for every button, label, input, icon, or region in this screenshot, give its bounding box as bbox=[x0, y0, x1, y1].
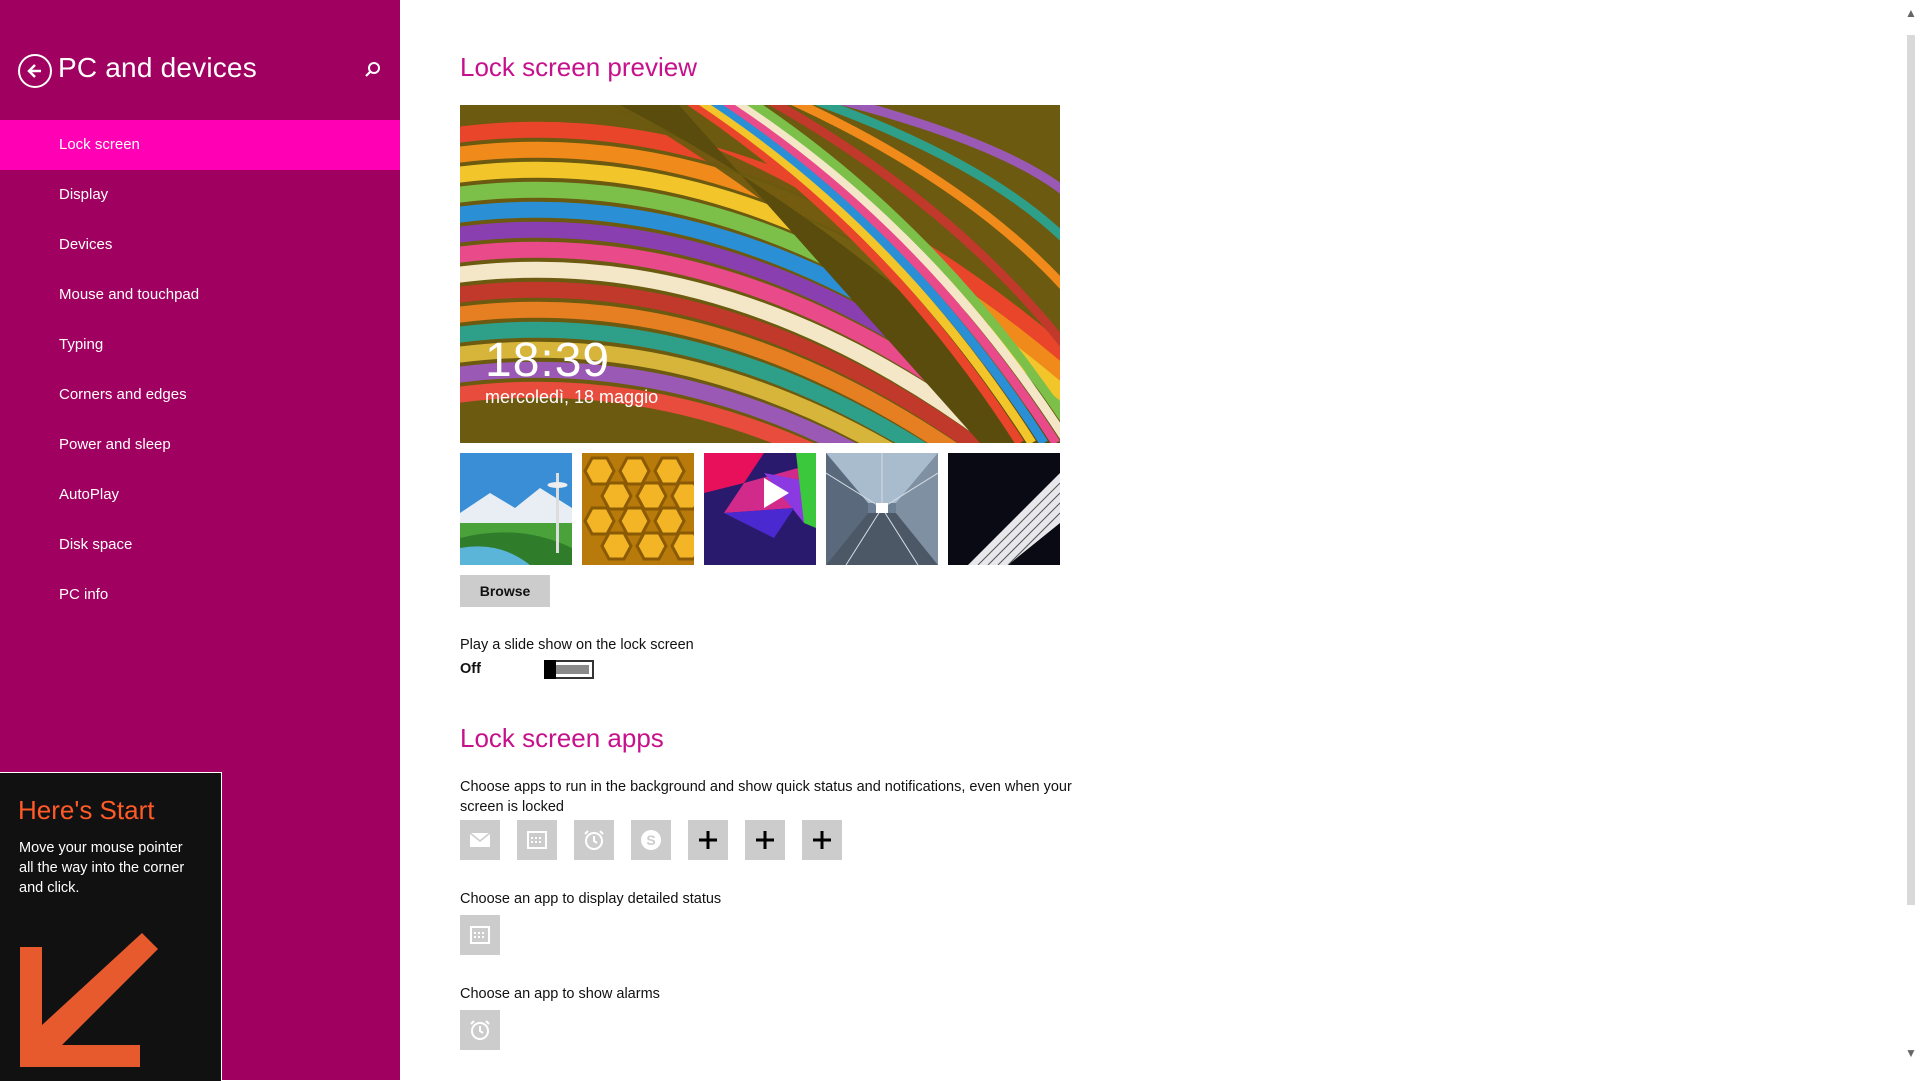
app-slot-add-3[interactable] bbox=[802, 820, 842, 860]
svg-text:S: S bbox=[646, 832, 655, 848]
sidebar-item-lock-screen[interactable]: Lock screen bbox=[0, 120, 400, 170]
thumbnail-seattle[interactable] bbox=[460, 453, 572, 565]
lock-screen-apps-description: Choose apps to run in the background and… bbox=[460, 779, 1072, 815]
vertical-scrollbar[interactable]: ▲ ▼ bbox=[1902, 0, 1920, 1080]
tip-title: Here's Start bbox=[18, 795, 155, 825]
sidebar-nav: Lock screen Display Devices Mouse and to… bbox=[0, 120, 400, 620]
preview-date: mercoledì, 18 maggio bbox=[485, 387, 659, 407]
browse-button[interactable]: Browse bbox=[460, 575, 550, 607]
thumbnail-piano[interactable] bbox=[948, 453, 1060, 565]
sidebar-item-display[interactable]: Display bbox=[0, 170, 400, 220]
plus-icon bbox=[756, 831, 774, 849]
toggle-knob[interactable] bbox=[544, 660, 556, 679]
lock-screen-apps-title: Lock screen apps bbox=[460, 723, 664, 753]
app-slot-add-2[interactable] bbox=[745, 820, 785, 860]
thumbnail-station[interactable] bbox=[826, 453, 938, 565]
scroll-up-icon[interactable]: ▲ bbox=[1902, 6, 1920, 34]
search-icon[interactable] bbox=[360, 58, 386, 84]
slideshow-label: Play a slide show on the lock screen bbox=[460, 637, 694, 653]
sidebar-item-autoplay[interactable]: AutoPlay bbox=[0, 470, 400, 520]
detailed-status-label: Choose an app to display detailed status bbox=[460, 891, 722, 907]
skype-icon: S bbox=[641, 830, 661, 850]
corner-arrow-icon bbox=[20, 933, 158, 1067]
alarms-app-slot[interactable] bbox=[460, 1010, 500, 1050]
scroll-down-icon[interactable]: ▼ bbox=[1902, 1046, 1920, 1074]
header: PC and devices bbox=[0, 40, 400, 100]
alarm-icon bbox=[584, 830, 604, 850]
sidebar-item-power-sleep[interactable]: Power and sleep bbox=[0, 420, 400, 470]
sidebar-item-disk-space[interactable]: Disk space bbox=[0, 520, 400, 570]
thumbnail-geometric[interactable] bbox=[704, 453, 816, 565]
app-slot-add-1[interactable] bbox=[688, 820, 728, 860]
app-slot-mail[interactable] bbox=[460, 820, 500, 860]
plus-icon bbox=[699, 831, 717, 849]
sidebar-item-typing[interactable]: Typing bbox=[0, 320, 400, 370]
app-slot-alarms[interactable] bbox=[574, 820, 614, 860]
calendar-icon bbox=[470, 926, 490, 944]
page-title: PC and devices bbox=[58, 52, 257, 83]
start-tip-overlay: Here's Start Move your mouse pointer all… bbox=[0, 772, 222, 1081]
mail-icon bbox=[469, 832, 491, 847]
back-arrow-icon[interactable] bbox=[18, 54, 52, 88]
calendar-icon bbox=[527, 831, 547, 849]
tip-body: Move your mouse pointer all the way into… bbox=[19, 840, 185, 896]
lock-screen-preview: 18:39 mercoledì, 18 maggio bbox=[460, 105, 1060, 443]
main-content: Lock screen preview 18:39 mercoledì, 18 … bbox=[460, 0, 1880, 1080]
alarm-icon bbox=[470, 1020, 490, 1040]
app-slot-skype[interactable]: S bbox=[631, 820, 671, 860]
sidebar-item-corners-edges[interactable]: Corners and edges bbox=[0, 370, 400, 420]
sidebar-item-devices[interactable]: Devices bbox=[0, 220, 400, 270]
slideshow-state-label: Off bbox=[460, 661, 481, 677]
lock-screen-preview-title: Lock screen preview bbox=[460, 52, 697, 82]
thumbnail-honeycomb[interactable] bbox=[582, 453, 694, 565]
alarms-label: Choose an app to show alarms bbox=[460, 986, 660, 1002]
detailed-status-app-slot[interactable] bbox=[460, 915, 500, 955]
preview-clock: 18:39 bbox=[485, 334, 611, 387]
sidebar-item-pc-info[interactable]: PC info bbox=[0, 570, 400, 620]
plus-icon bbox=[813, 831, 831, 849]
app-slot-calendar[interactable] bbox=[517, 820, 557, 860]
sidebar-item-mouse-touchpad[interactable]: Mouse and touchpad bbox=[0, 270, 400, 320]
scrollbar-thumb[interactable] bbox=[1907, 35, 1915, 905]
slideshow-toggle[interactable] bbox=[544, 660, 594, 679]
